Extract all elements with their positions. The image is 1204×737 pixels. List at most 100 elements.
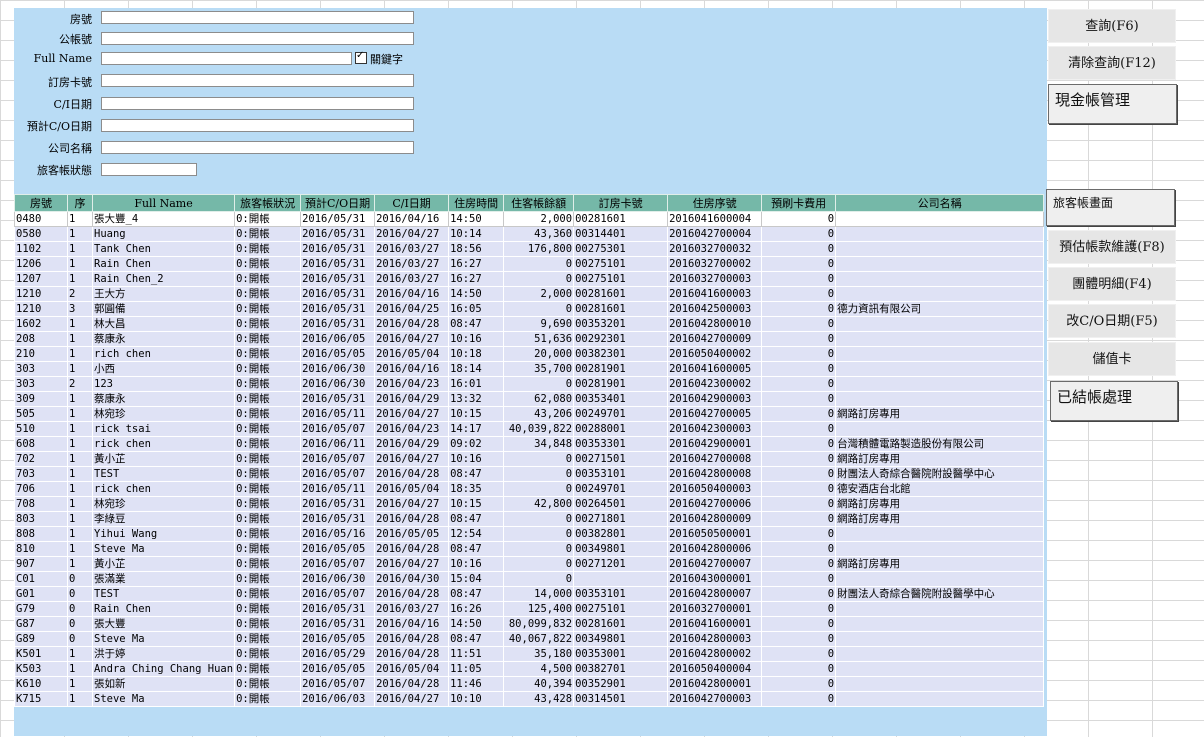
- status-input[interactable]: [101, 163, 197, 176]
- table-row[interactable]: K610 1 張如新 0:開帳 2016/05/07 2016/04/28 11:46 40,…: [14, 676, 1045, 692]
- cell-full-name: Yihui Wang: [91, 526, 236, 542]
- header-expected-co[interactable]: 預計C/O日期: [300, 194, 376, 212]
- cell-expected-co: 2016/05/11: [300, 406, 376, 422]
- table-row[interactable]: 1602 1 林大昌 0:開帳 2016/05/31 2016/04/28 08:47 9,6…: [14, 316, 1045, 332]
- table-row[interactable]: 706 1 rick chen 0:開帳 2016/05/11 2016/05/04 18:…: [14, 481, 1045, 497]
- table-row[interactable]: 1102 1 Tank Chen 0:開帳 2016/05/31 2016/03/27 18…: [14, 241, 1045, 257]
- cell-checkin-time: 10:10: [448, 691, 505, 707]
- cell-ci-date: 2016/04/27: [374, 331, 450, 347]
- ci-input[interactable]: [101, 97, 414, 110]
- cell-booking-card: 00353101: [573, 586, 669, 602]
- clear-query-button[interactable]: 清除查詢(F12): [1048, 46, 1176, 80]
- room-input[interactable]: [101, 11, 414, 24]
- cell-ci-date: 2016/04/27: [374, 451, 450, 467]
- header-company[interactable]: 公司名稱: [835, 194, 1045, 212]
- table-row[interactable]: 303 2 123 0:開帳 2016/06/30 2016/04/23 16:01 0 002…: [14, 376, 1045, 392]
- cell-room: 702: [14, 451, 68, 467]
- cash-account-button[interactable]: 現金帳管理: [1048, 84, 1177, 124]
- table-row[interactable]: 803 1 李綠豆 0:開帳 2016/05/31 2016/04/28 08:47 0 002…: [14, 511, 1045, 527]
- cell-balance: 176,800: [503, 241, 575, 257]
- cell-full-name: 張如新: [91, 676, 236, 692]
- header-preauth-fee[interactable]: 預刷卡費用: [761, 194, 837, 212]
- cell-preauth-fee: 0: [761, 376, 837, 392]
- settled-processing-button[interactable]: 已結帳處理: [1050, 381, 1178, 421]
- table-row[interactable]: 208 1 蔡康永 0:開帳 2016/06/05 2016/04/27 10:16 51,6…: [14, 331, 1045, 347]
- table-header: 房號序 Full Name 旅客帳狀況 預計C/O日期 C/I日期 住房時間 住客帳餘額 訂房…: [14, 194, 1045, 212]
- cell-status: 0:開帳: [234, 466, 302, 482]
- table-row[interactable]: 708 1 林宛珍 0:開帳 2016/05/31 2016/04/27 10:15 42,8…: [14, 496, 1045, 512]
- cell-ci-date: 2016/04/23: [374, 421, 450, 437]
- header-full-name[interactable]: Full Name: [91, 194, 236, 212]
- cell-preauth-fee: 0: [761, 436, 837, 452]
- cell-booking-card: 00314401: [573, 226, 669, 242]
- cell-status: 0:開帳: [234, 496, 302, 512]
- table-row[interactable]: 702 1 黃小芷 0:開帳 2016/05/07 2016/04/27 10:16 0 002…: [14, 451, 1045, 467]
- table-row[interactable]: 505 1 林宛珍 0:開帳 2016/05/11 2016/04/27 10:15 43,2…: [14, 406, 1045, 422]
- table-row[interactable]: 1206 1 Rain Chen 0:開帳 2016/05/31 2016/03/27 16…: [14, 256, 1045, 272]
- table-row[interactable]: 210 1 rich chen 0:開帳 2016/05/05 2016/05/04 10:…: [14, 346, 1045, 362]
- table-row[interactable]: 0580 1 Huang 0:開帳 2016/05/31 2016/04/27 10:14 4…: [14, 226, 1045, 242]
- table-row[interactable]: 309 1 蔡康永 0:開帳 2016/05/31 2016/04/29 13:32 62,0…: [14, 391, 1045, 407]
- header-seq[interactable]: 序: [67, 194, 93, 212]
- header-checkin-time[interactable]: 住房時間: [448, 194, 505, 212]
- cell-full-name: 洪于婷: [91, 646, 236, 662]
- query-button[interactable]: 查詢(F6): [1048, 9, 1176, 43]
- table-row[interactable]: G89 0 Steve Ma 0:開帳 2016/05/05 2016/04/28 08:4…: [14, 631, 1045, 647]
- status-label: 旅客帳狀態: [37, 164, 92, 177]
- table-row[interactable]: 1210 3 郭圓備 0:開帳 2016/05/31 2016/04/25 16:05 0 00…: [14, 301, 1045, 317]
- cell-stay-number: 2016042700009: [667, 331, 763, 347]
- cell-balance: 0: [503, 256, 575, 272]
- cell-seq: 1: [67, 256, 93, 272]
- header-balance[interactable]: 住客帳餘額: [503, 194, 575, 212]
- table-row[interactable]: C01 0 張滿業 0:開帳 2016/06/30 2016/04/30 15:04 0 201…: [14, 571, 1045, 587]
- table-row[interactable]: 0480 1 張大豐_4 0:開帳 2016/05/31 2016/04/16 14:50 2…: [14, 211, 1045, 227]
- cell-full-name: TEST: [91, 586, 236, 602]
- card-input[interactable]: [101, 74, 414, 87]
- checkbox-checked-icon: [355, 50, 367, 64]
- header-booking-card[interactable]: 訂房卡號: [573, 194, 669, 212]
- cell-ci-date: 2016/03/27: [374, 601, 450, 617]
- cell-seq: 1: [67, 526, 93, 542]
- cell-preauth-fee: 0: [761, 256, 837, 272]
- table-row[interactable]: 1210 2 王大方 0:開帳 2016/05/31 2016/04/16 14:50 2,0…: [14, 286, 1045, 302]
- table-row[interactable]: K715 1 Steve Ma 0:開帳 2016/06/03 2016/04/27 10:…: [14, 691, 1045, 707]
- cell-ci-date: 2016/04/16: [374, 286, 450, 302]
- table-row[interactable]: G79 0 Rain Chen 0:開帳 2016/05/31 2016/03/27 16:…: [14, 601, 1045, 617]
- table-row[interactable]: 810 1 Steve Ma 0:開帳 2016/05/05 2016/04/28 08:4…: [14, 541, 1045, 557]
- cell-checkin-time: 08:47: [448, 586, 505, 602]
- change-co-date-button[interactable]: 改C/O日期(F5): [1048, 304, 1176, 338]
- table-row[interactable]: 907 1 黃小芷 0:開帳 2016/05/07 2016/04/27 10:16 0 002…: [14, 556, 1045, 572]
- name-input[interactable]: [101, 52, 352, 65]
- header-room[interactable]: 房號: [14, 194, 68, 212]
- cell-checkin-time: 08:47: [448, 316, 505, 332]
- cell-expected-co: 2016/05/31: [300, 271, 376, 287]
- group-detail-button[interactable]: 團體明細(F4): [1048, 267, 1176, 301]
- table-row[interactable]: 510 1 rick tsai 0:開帳 2016/05/07 2016/04/23 14:…: [14, 421, 1045, 437]
- table-row[interactable]: K503 1 Andra Ching Chang Huan 0:開帳 2016/05/0…: [14, 661, 1045, 677]
- estimate-maintenance-button[interactable]: 預估帳款維護(F8): [1048, 230, 1176, 264]
- account-input[interactable]: [101, 32, 414, 45]
- cell-full-name: rich chen: [91, 346, 236, 362]
- cell-company: [835, 421, 1045, 437]
- company-input[interactable]: [101, 141, 414, 154]
- cell-preauth-fee: 0: [761, 646, 837, 662]
- stored-value-card-button[interactable]: 儲值卡: [1048, 342, 1176, 376]
- table-row[interactable]: 608 1 rick chen 0:開帳 2016/06/11 2016/04/29 09:…: [14, 436, 1045, 452]
- keyword-checkbox[interactable]: 關鍵字: [355, 50, 403, 67]
- table-row[interactable]: G01 0 TEST 0:開帳 2016/05/07 2016/04/28 08:47 14,…: [14, 586, 1045, 602]
- table-row[interactable]: 703 1 TEST 0:開帳 2016/05/07 2016/04/28 08:47 0 00…: [14, 466, 1045, 482]
- table-row[interactable]: 808 1 Yihui Wang 0:開帳 2016/05/16 2016/05/05 12…: [14, 526, 1045, 542]
- guest-account-screen-button[interactable]: 旅客帳畫面: [1046, 189, 1175, 226]
- co-input[interactable]: [101, 119, 414, 132]
- cell-ci-date: 2016/04/27: [374, 406, 450, 422]
- account-label: 公帳號: [59, 33, 92, 46]
- header-ci-date[interactable]: C/I日期: [374, 194, 450, 212]
- header-account-status[interactable]: 旅客帳狀況: [234, 194, 302, 212]
- table-row[interactable]: 1207 1 Rain Chen_2 0:開帳 2016/05/31 2016/03/27…: [14, 271, 1045, 287]
- cell-full-name: Steve Ma: [91, 631, 236, 647]
- table-row[interactable]: K501 1 洪于婷 0:開帳 2016/05/29 2016/04/28 11:51 35,…: [14, 646, 1045, 662]
- header-stay-number[interactable]: 住房序號: [667, 194, 763, 212]
- table-row[interactable]: G87 0 張大豐 0:開帳 2016/05/31 2016/04/16 14:50 80,0…: [14, 616, 1045, 632]
- cell-status: 0:開帳: [234, 406, 302, 422]
- table-row[interactable]: 303 1 小西 0:開帳 2016/06/30 2016/04/16 18:14 35,70…: [14, 361, 1045, 377]
